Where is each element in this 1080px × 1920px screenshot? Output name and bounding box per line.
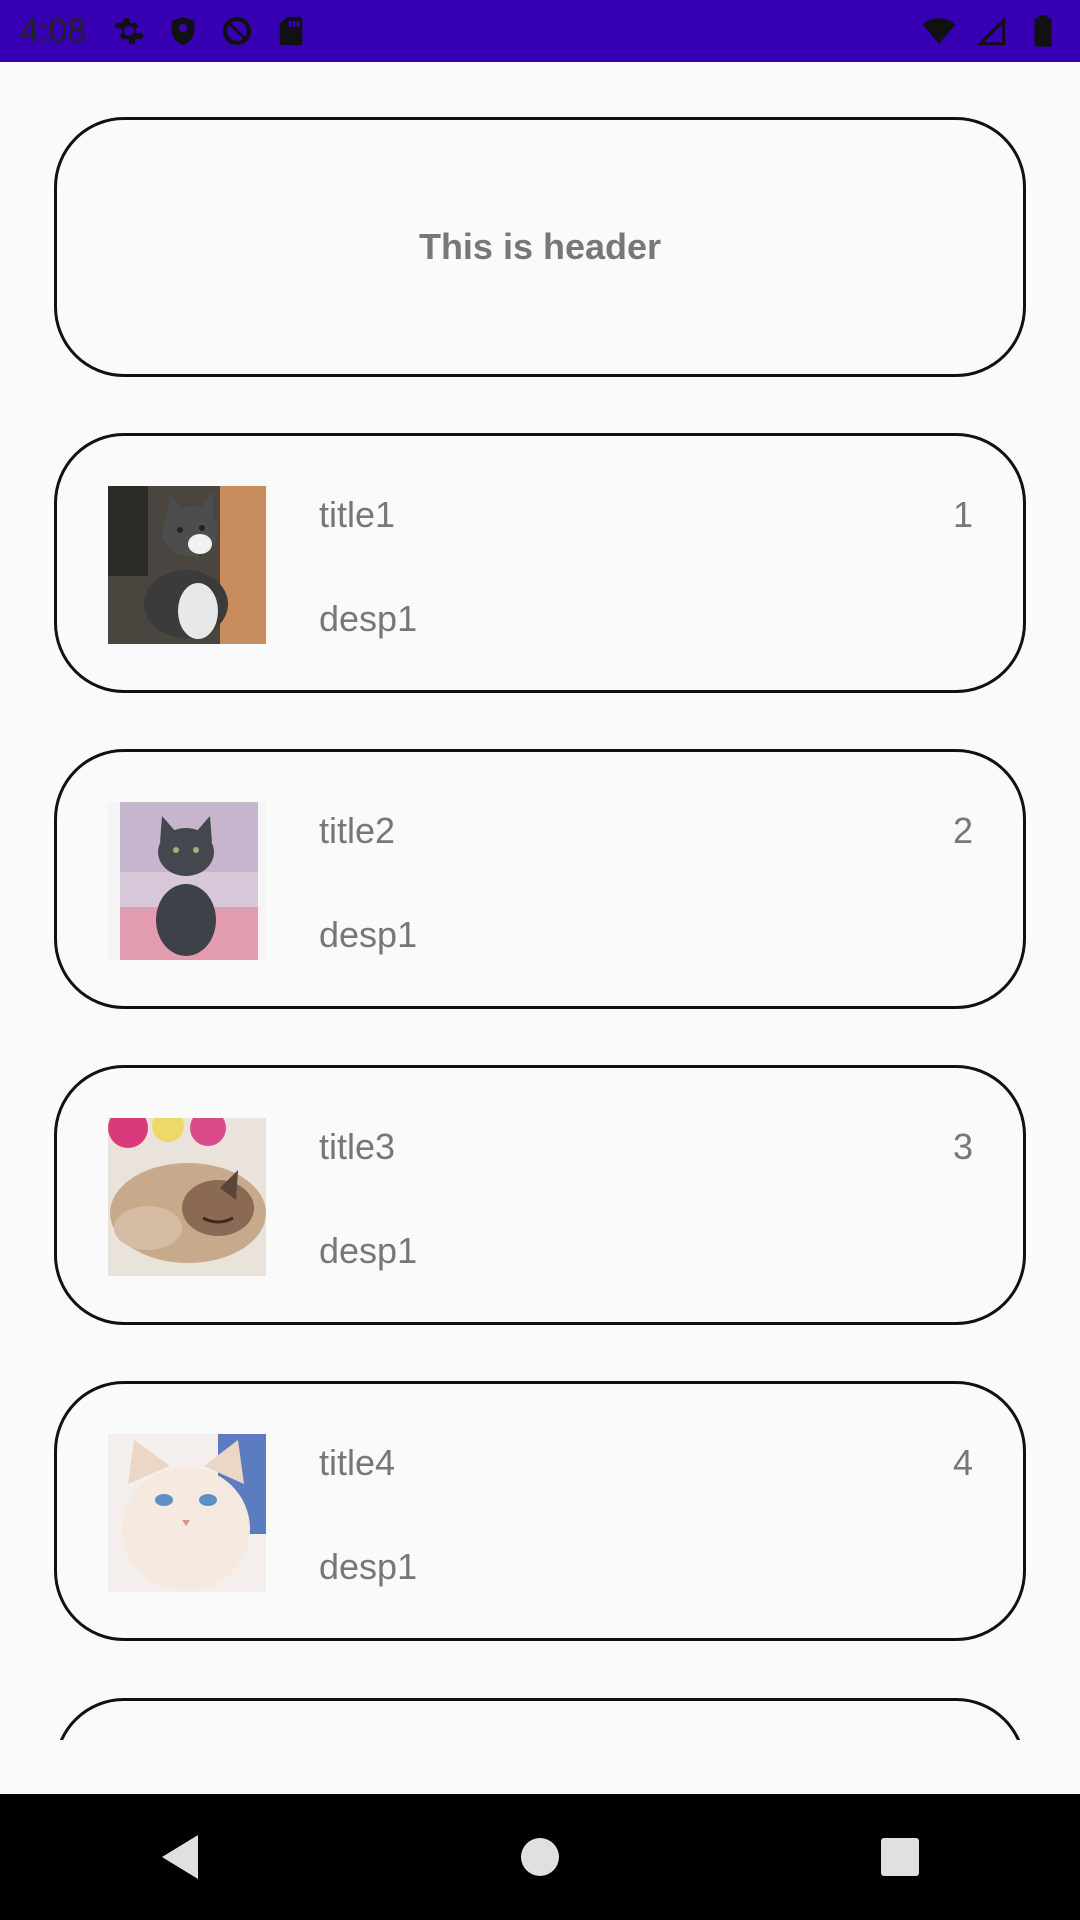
gray-white-kitten-photo: [108, 486, 266, 644]
cat-thumbnail: [108, 802, 266, 960]
item-description: desp1: [319, 1230, 418, 1271]
header-card: This is header: [54, 117, 1026, 377]
home-icon[interactable]: [495, 1812, 585, 1902]
at-sign-icon: [220, 14, 254, 48]
wifi-icon: [922, 14, 956, 48]
item-number: 4: [952, 1442, 973, 1483]
item-number: 3: [952, 1126, 973, 1167]
navigation-bar: [0, 1794, 1080, 1920]
item-title: title4: [319, 1442, 396, 1483]
list-item[interactable]: title4 desp1 4: [54, 1381, 1026, 1641]
list-item[interactable]: title1 desp1 1: [54, 433, 1026, 693]
status-icons-left: [112, 14, 308, 48]
item-title: title1: [319, 494, 396, 535]
status-time: 4:08: [20, 11, 87, 50]
item-title: title2: [319, 810, 396, 851]
header-text: This is header: [418, 226, 662, 267]
sleeping-cat-photo: [108, 1118, 266, 1276]
status-icons-right: [922, 14, 1060, 48]
back-icon[interactable]: [135, 1812, 225, 1902]
shield-icon: [166, 14, 200, 48]
status-bar: 4:08: [0, 0, 1080, 62]
item-number: 1: [952, 494, 973, 535]
signal-icon: [974, 14, 1008, 48]
battery-icon: [1026, 14, 1060, 48]
cat-thumbnail: [108, 486, 266, 644]
item-description: desp1: [319, 598, 418, 639]
list-item-partial[interactable]: [54, 1698, 1026, 1740]
gray-kitten-photo: [108, 802, 266, 960]
item-description: desp1: [319, 1546, 418, 1587]
recents-icon[interactable]: [855, 1812, 945, 1902]
item-description: desp1: [319, 914, 418, 955]
gear-icon: [112, 14, 146, 48]
cat-thumbnail: [108, 1118, 266, 1276]
item-title: title3: [319, 1126, 396, 1167]
list-item[interactable]: title3 desp1 3: [54, 1065, 1026, 1325]
recycler-list[interactable]: This is header title1 desp1 1 title2 des…: [0, 62, 1080, 1740]
item-number: 2: [952, 810, 973, 851]
list-item[interactable]: title2 desp1 2: [54, 749, 1026, 1009]
cat-thumbnail: [108, 1434, 266, 1592]
white-cat-photo: [108, 1434, 266, 1592]
sd-card-icon: [274, 14, 308, 48]
